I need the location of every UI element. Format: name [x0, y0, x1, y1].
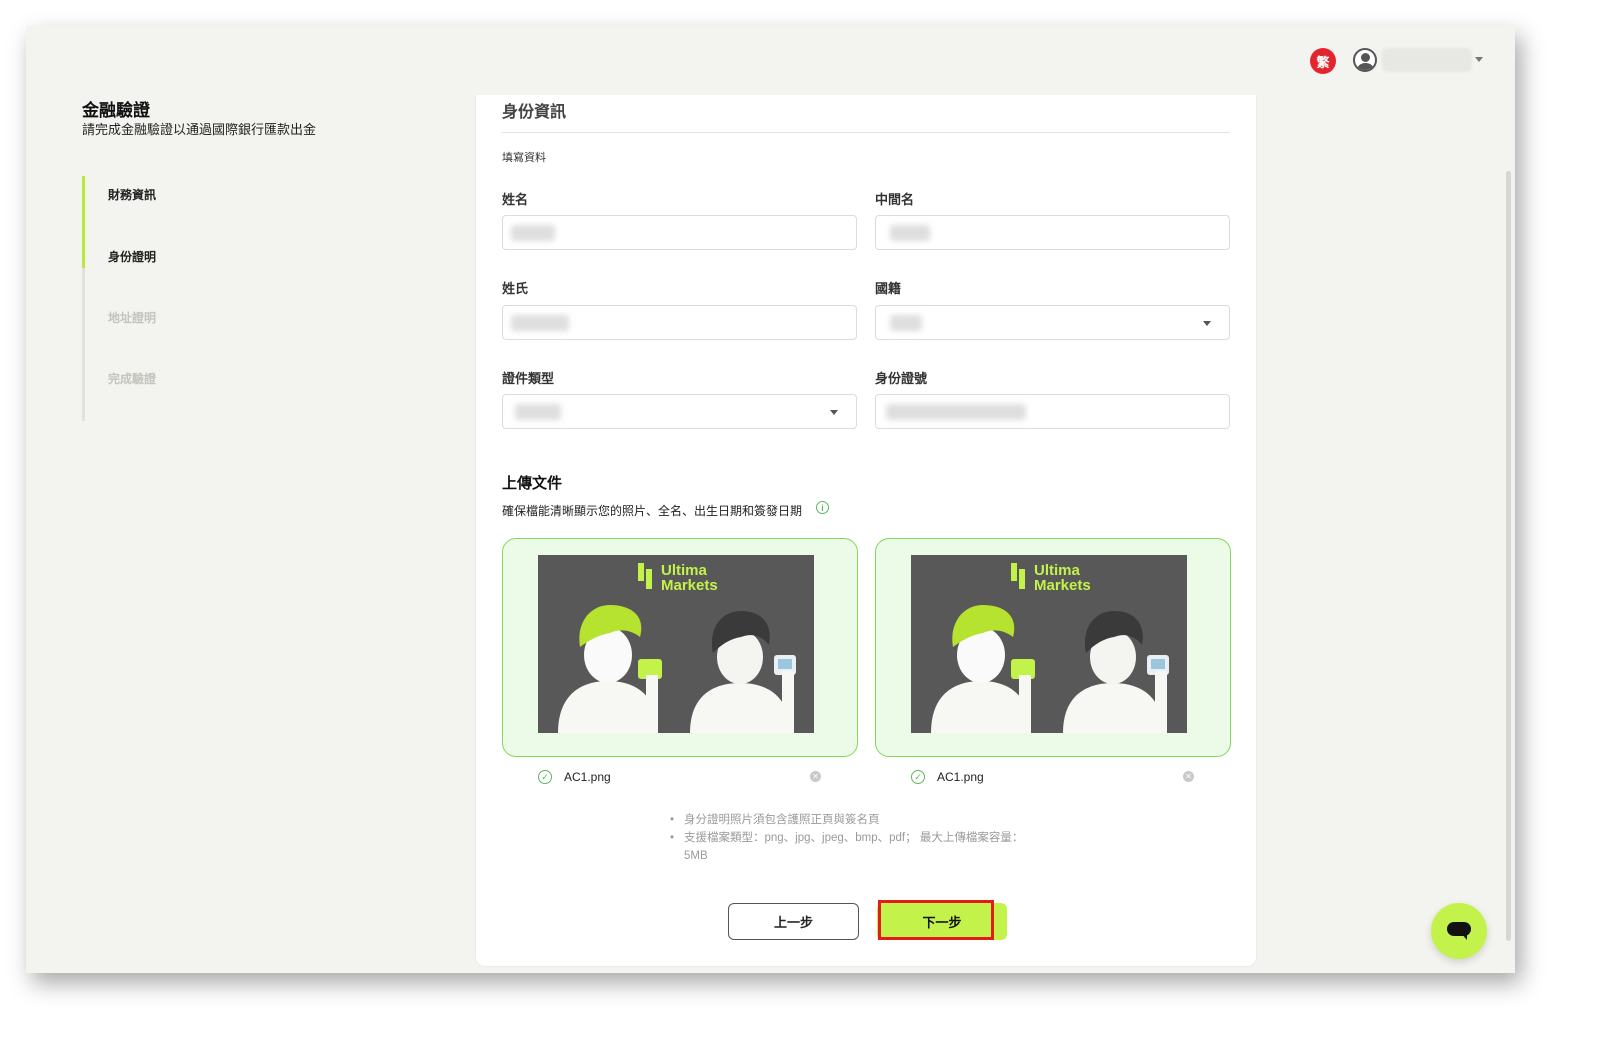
first-name-input[interactable]: [502, 215, 857, 250]
upload-note: 身分證明照片須包含護照正頁與簽名頁: [670, 811, 1040, 829]
nationality-select[interactable]: [875, 305, 1230, 340]
middle-name-label: 中間名: [875, 192, 915, 207]
id-type-label: 證件類型: [502, 371, 555, 386]
subsection-title: 填寫資料: [502, 152, 546, 164]
redacted-value: [890, 315, 922, 331]
redacted-value: [511, 315, 569, 331]
page-subtitle: 請完成金融驗證以通過國際銀行匯款出金: [82, 122, 317, 137]
user-avatar-icon[interactable]: [1353, 48, 1377, 72]
check-circle-icon: ✓: [911, 770, 925, 784]
last-name-input[interactable]: [502, 305, 857, 340]
id-type-select[interactable]: [502, 394, 857, 429]
redacted-value: [886, 404, 1026, 420]
nationality-label: 國籍: [875, 281, 902, 296]
last-name-label: 姓氏: [502, 281, 529, 296]
uploaded-file-row: ✓ AC1.png ✕: [502, 769, 858, 787]
prev-step-button[interactable]: 上一步: [728, 903, 859, 940]
divider: [502, 132, 1230, 133]
logo-line2: Markets: [661, 577, 718, 594]
user-menu-chevron-down-icon[interactable]: [1475, 57, 1483, 62]
identity-form-card: 身份資訊 填寫資料 姓名 中間名 姓氏 國籍 證件類型 身份證號 上傳文件 確保…: [475, 95, 1257, 967]
step-progress-bar: [82, 176, 85, 268]
upload-hint: 確保檔能清晰顯示您的照片、全名、出生日期和簽發日期: [502, 504, 803, 518]
step-address-proof: 地址證明: [108, 311, 157, 325]
upload-dropzone-back[interactable]: Ultima Markets: [875, 538, 1231, 757]
chevron-down-icon: [830, 410, 838, 415]
page-scrollbar[interactable]: [1506, 171, 1511, 941]
redacted-value: [511, 225, 555, 241]
logo-line2: Markets: [1034, 577, 1091, 594]
first-name-label: 姓名: [502, 192, 529, 207]
info-icon[interactable]: i: [816, 501, 829, 514]
upload-title: 上傳文件: [502, 475, 563, 492]
chevron-down-icon: [1203, 321, 1211, 326]
page-title: 金融驗證: [82, 101, 150, 120]
check-circle-icon: ✓: [538, 770, 552, 784]
user-name-redacted[interactable]: [1382, 48, 1472, 72]
remove-file-icon[interactable]: ✕: [810, 771, 821, 782]
id-number-label: 身份證號: [875, 371, 928, 386]
file-name: AC1.png: [564, 770, 611, 784]
redacted-value: [515, 404, 561, 420]
section-title: 身份資訊: [502, 104, 567, 121]
file-name: AC1.png: [937, 770, 984, 784]
upload-note: 支援檔案類型：png、jpg、jpeg、bmp、pdf； 最大上傳檔案容量：5M…: [670, 829, 1040, 865]
redacted-value: [890, 225, 930, 241]
remove-file-icon[interactable]: ✕: [1183, 771, 1194, 782]
step-complete-verification: 完成驗證: [108, 372, 157, 386]
id-number-input[interactable]: [875, 394, 1230, 429]
upload-notes: 身分證明照片須包含護照正頁與簽名頁 支援檔案類型：png、jpg、jpeg、bm…: [670, 811, 1040, 865]
language-switch-button[interactable]: 繁: [1310, 48, 1336, 74]
uploaded-image-preview: Ultima Markets: [911, 555, 1187, 733]
chat-support-icon[interactable]: [1431, 903, 1487, 959]
upload-dropzone-front[interactable]: Ultima Markets: [502, 538, 858, 757]
step-identity-proof: 身份證明: [108, 250, 157, 264]
step-progress: 財務資訊 身份證明 地址證明 完成驗證: [82, 176, 282, 421]
uploaded-file-row: ✓ AC1.png ✕: [875, 769, 1231, 787]
step-financial-info: 財務資訊: [108, 188, 157, 202]
next-step-button[interactable]: 下一步: [877, 903, 1007, 940]
middle-name-input[interactable]: [875, 215, 1230, 250]
uploaded-image-preview: Ultima Markets: [538, 555, 814, 733]
app-window: 繁 金融驗證 請完成金融驗證以通過國際銀行匯款出金 財務資訊 身份證明 地址證明…: [26, 26, 1515, 973]
